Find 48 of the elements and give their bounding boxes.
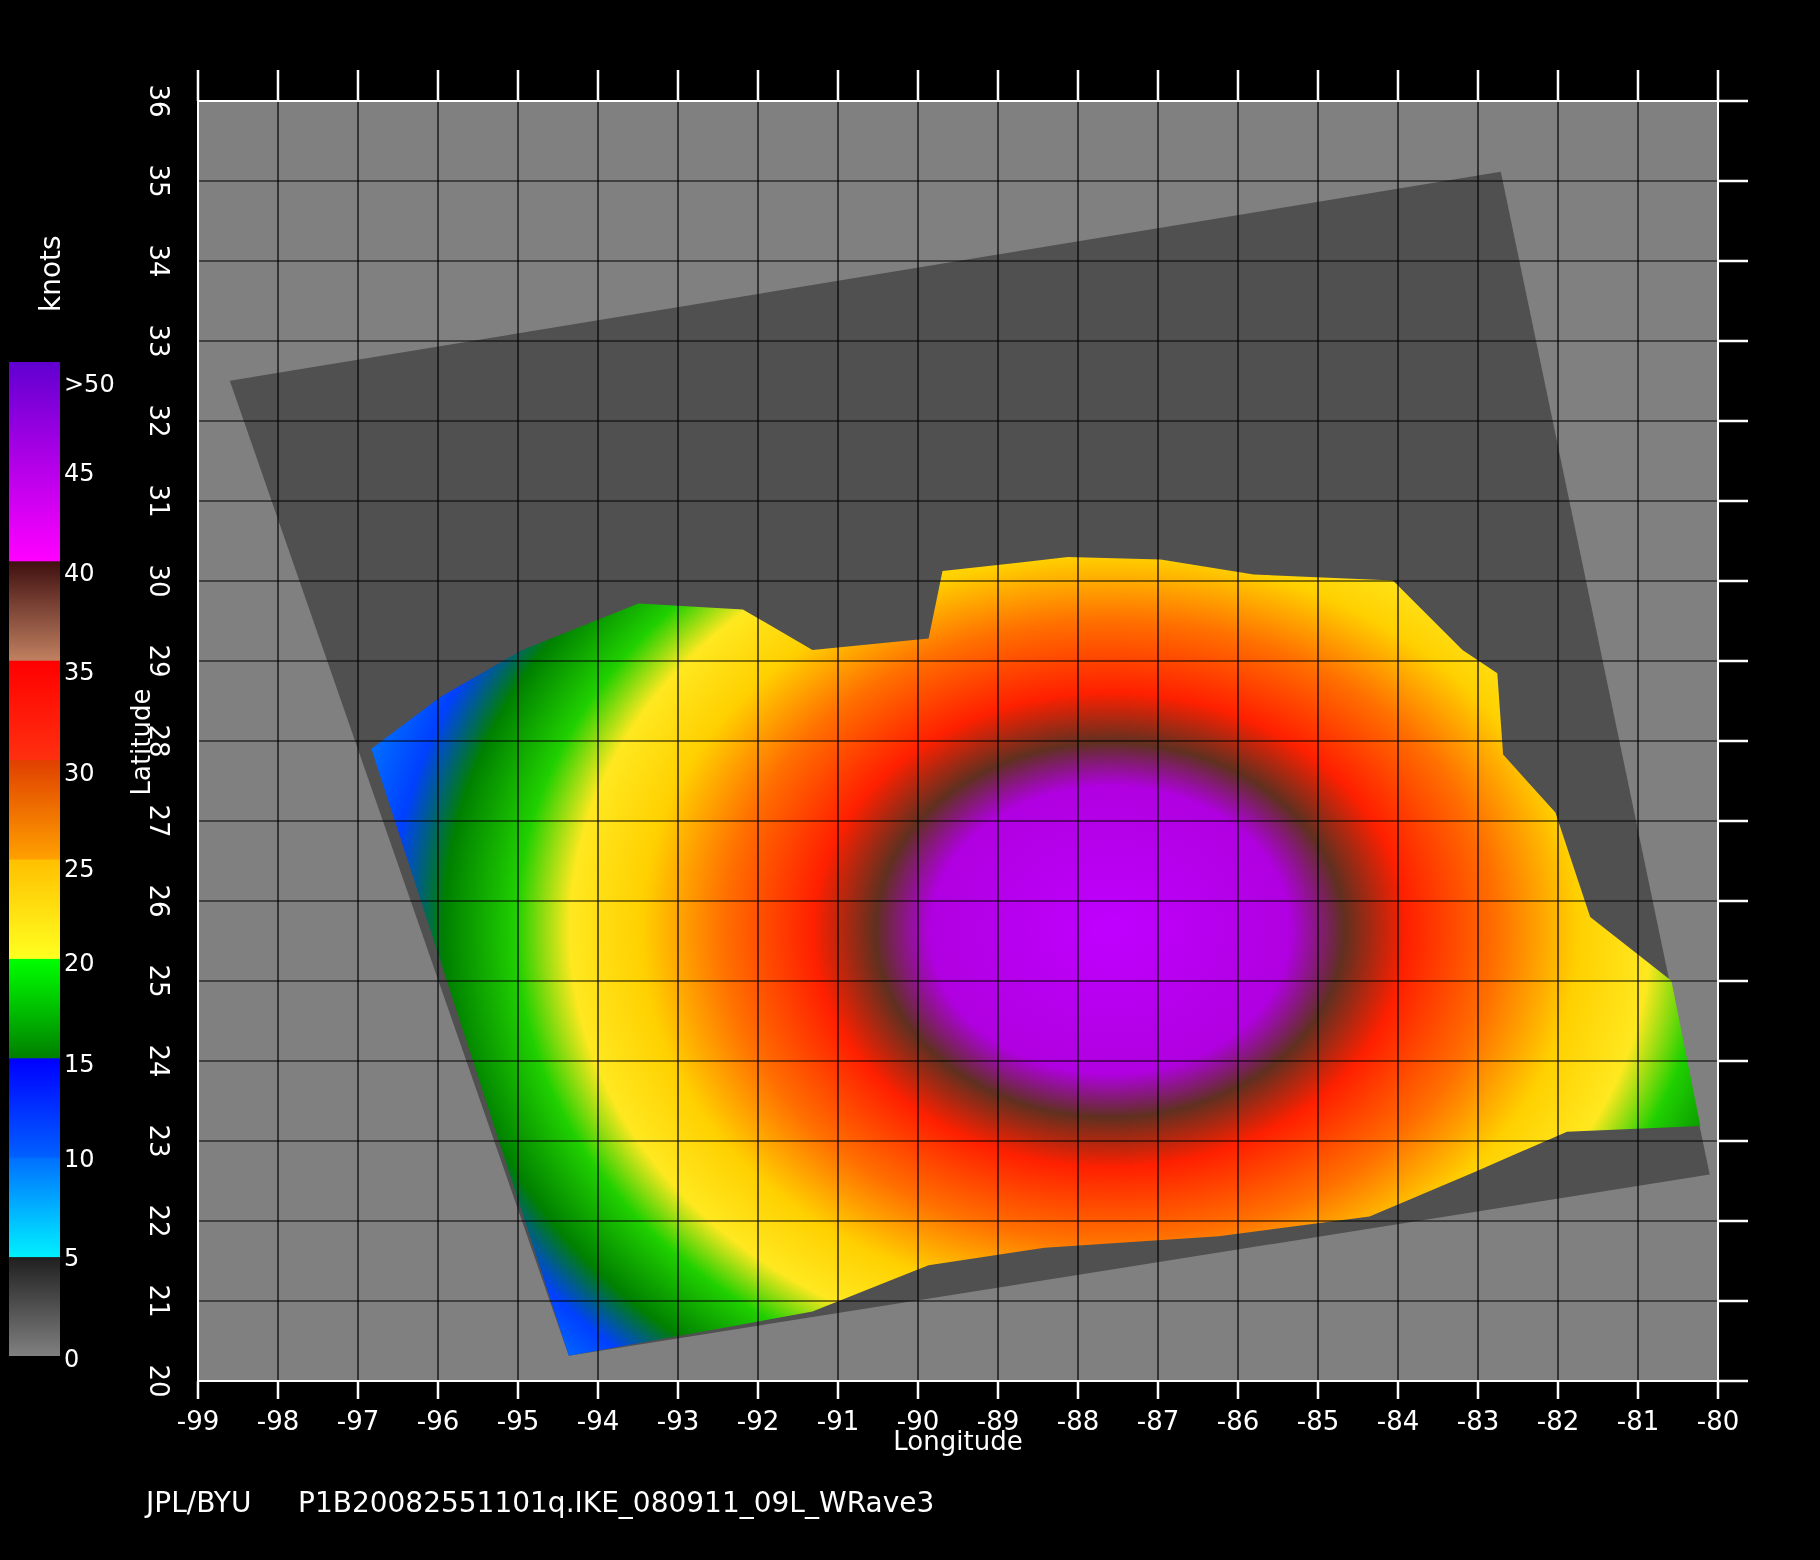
longitude-tick-label: -96 <box>416 1406 460 1436</box>
longitude-tick-label: -87 <box>1136 1406 1180 1436</box>
latitude-tick-label: 27 <box>144 804 174 838</box>
colorbar-label: 10 <box>64 1145 95 1174</box>
longitude-tick-label: -92 <box>736 1406 780 1436</box>
longitude-tick-label: -94 <box>576 1406 620 1436</box>
colorbar-label: 20 <box>64 949 95 978</box>
longitude-tick-label: -95 <box>496 1406 540 1436</box>
colorbar-label: 15 <box>64 1050 95 1079</box>
colorbar-label: 30 <box>64 758 95 787</box>
source-label: JPL/BYU <box>146 1486 252 1519</box>
latitude-tick-label: 22 <box>144 1204 174 1238</box>
latitude-tick-label: 36 <box>144 84 174 118</box>
latitude-tick-label: 20 <box>144 1364 174 1398</box>
latitude-tick-label: 30 <box>144 564 174 598</box>
longitude-tick-label: -81 <box>1616 1406 1660 1436</box>
longitude-tick-label: -83 <box>1456 1406 1500 1436</box>
longitude-tick-label: -80 <box>1696 1406 1740 1436</box>
longitude-tick-label: -93 <box>656 1406 700 1436</box>
colorbar-label: 5 <box>64 1244 80 1273</box>
latitude-tick-label: 21 <box>144 1284 174 1318</box>
colorbar-label: 45 <box>64 459 95 488</box>
colorbar-label: 25 <box>64 855 95 884</box>
latitude-tick-label: 34 <box>144 244 174 278</box>
latitude-tick-label: 33 <box>144 324 174 358</box>
colorbar-label: 35 <box>64 657 95 686</box>
latitude-tick-label: 31 <box>144 484 174 518</box>
latitude-tick-label: 24 <box>144 1044 174 1078</box>
longitude-tick-label: -84 <box>1376 1406 1420 1436</box>
longitude-tick-label: -99 <box>176 1406 220 1436</box>
file-name-label: P1B20082551101q.IKE_080911_09L_WRave3 <box>298 1486 935 1519</box>
longitude-tick-label: -86 <box>1216 1406 1260 1436</box>
latitude-tick-label: 23 <box>144 1124 174 1158</box>
longitude-tick-label: -88 <box>1056 1406 1100 1436</box>
latitude-tick-label: 29 <box>144 644 174 678</box>
longitude-tick-label: -85 <box>1296 1406 1340 1436</box>
colorbar-label: 40 <box>64 559 95 588</box>
longitude-tick-label: -91 <box>816 1406 860 1436</box>
colorbar-unit: knots <box>34 235 67 312</box>
longitude-tick-label: -98 <box>256 1406 300 1436</box>
colorbar-label: 0 <box>64 1345 80 1374</box>
longitude-tick-label: -97 <box>336 1406 380 1436</box>
longitude-tick-label: -82 <box>1536 1406 1580 1436</box>
latitude-tick-label: 32 <box>144 404 174 438</box>
colorbar-label: >50 <box>64 370 115 399</box>
latitude-tick-label: 25 <box>144 964 174 998</box>
latitude-tick-label: 26 <box>144 884 174 918</box>
latitude-tick-label: 35 <box>144 164 174 198</box>
